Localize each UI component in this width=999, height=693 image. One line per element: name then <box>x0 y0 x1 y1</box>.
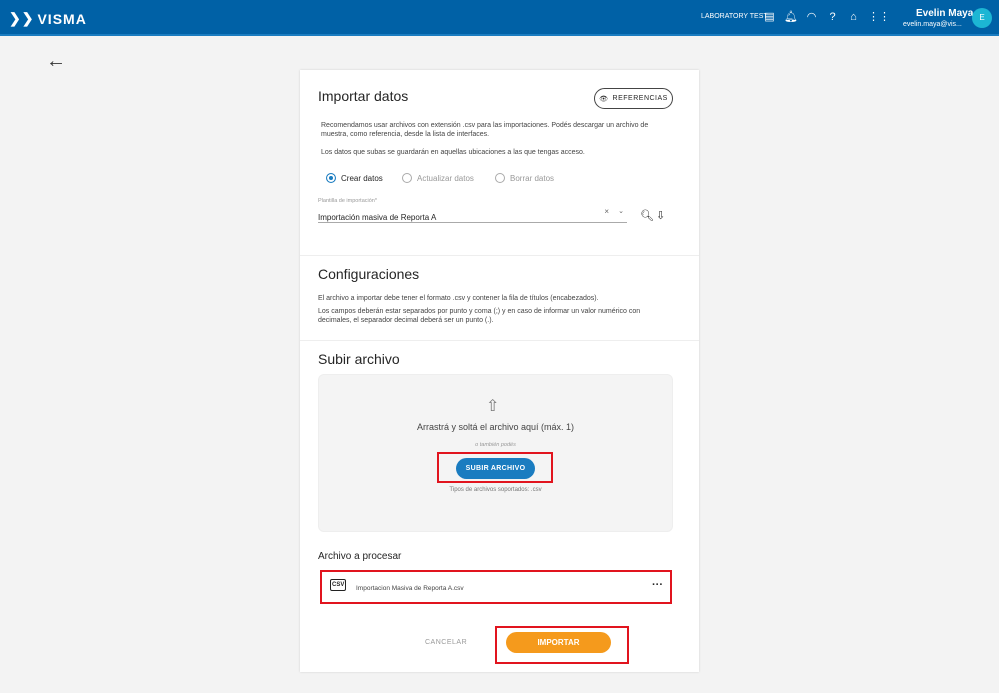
preview-file-icon[interactable]: 🔍︎ <box>640 209 654 222</box>
divider <box>300 340 699 341</box>
import-description: Recomendamos usar archivos con extensión… <box>321 122 649 138</box>
import-access-note: Los datos que subas se guardarán en aque… <box>321 149 585 156</box>
config-text-1: El archivo a importar debe tener el form… <box>318 295 599 302</box>
references-label: REFERENCIAS <box>612 95 668 102</box>
cancel-button[interactable]: CANCELAR <box>425 639 467 646</box>
database-icon[interactable]: ▤ <box>763 11 776 24</box>
visma-logo[interactable]: ❯❯ VISMA <box>9 10 87 27</box>
or-text: o también podés <box>475 442 516 448</box>
top-bar: ❯❯ VISMA LABORATORY TEST ▤ 🔔︎ ◠ ? ⌂ ⋮⋮ Ev… <box>0 0 999 36</box>
eye-icon: 👁︎ <box>599 95 609 103</box>
template-label: Plantilla de importación* <box>318 198 378 204</box>
radio-label: Actualizar datos <box>417 173 474 183</box>
drop-text: Arrastrá y soltá el archivo aquí (máx. 1… <box>416 422 575 432</box>
divider <box>300 255 699 256</box>
brand-name: VISMA <box>37 10 87 27</box>
cloud-upload-icon: ⇧ <box>486 398 500 415</box>
references-button[interactable]: 👁︎ REFERENCIAS <box>594 88 673 109</box>
clear-icon[interactable]: × <box>604 207 609 216</box>
back-arrow-icon[interactable]: ← <box>46 50 66 73</box>
headset-icon[interactable]: ◠ <box>805 11 818 24</box>
radio-label: Crear datos <box>341 173 383 183</box>
radio-crear-datos[interactable]: Crear datos <box>326 173 383 183</box>
bell-icon[interactable]: 🔔︎ <box>784 11 798 24</box>
radio-borrar-datos[interactable]: Borrar datos <box>495 173 554 183</box>
apps-grid-icon[interactable]: ⋮⋮ <box>868 11 890 24</box>
process-title: Archivo a procesar <box>318 551 402 562</box>
avatar[interactable]: E <box>972 8 992 28</box>
highlight-box <box>437 452 553 483</box>
chevron-down-icon[interactable]: ⌄ <box>618 207 624 215</box>
highlight-box <box>495 626 629 664</box>
file-row[interactable]: CSV Importacion Masiva de Reporta A.csv … <box>320 570 672 604</box>
more-options-icon[interactable]: ··· <box>652 579 663 591</box>
upload-title: Subir archivo <box>318 351 400 367</box>
config-title: Configuraciones <box>318 266 420 282</box>
template-select[interactable]: Importación masiva de Reporta A × ⌄ <box>318 207 627 223</box>
file-name: Importacion Masiva de Reporta A.csv <box>356 585 464 592</box>
csv-file-icon: CSV <box>330 579 347 591</box>
home-icon[interactable]: ⌂ <box>847 11 860 24</box>
radio-label: Borrar datos <box>510 173 555 183</box>
cloud-download-icon[interactable]: ⇩ <box>656 209 665 222</box>
user-email: evelin.maya@vis... <box>903 21 962 28</box>
config-text-2: Los campos deberán estar separados por p… <box>318 308 641 324</box>
help-icon[interactable]: ? <box>826 11 839 24</box>
radio-actualizar-datos[interactable]: Actualizar datos <box>402 173 474 183</box>
environment-label: LABORATORY TEST <box>701 13 768 20</box>
import-title: Importar datos <box>318 88 409 104</box>
supported-types: Tipos de archivos soportados: .csv <box>449 487 542 493</box>
import-card: Importar datos 👁︎ REFERENCIAS Recomendamo… <box>300 70 699 672</box>
template-value: Importación masiva de Reporta A <box>318 213 437 222</box>
user-name[interactable]: Evelin Maya <box>916 8 973 19</box>
